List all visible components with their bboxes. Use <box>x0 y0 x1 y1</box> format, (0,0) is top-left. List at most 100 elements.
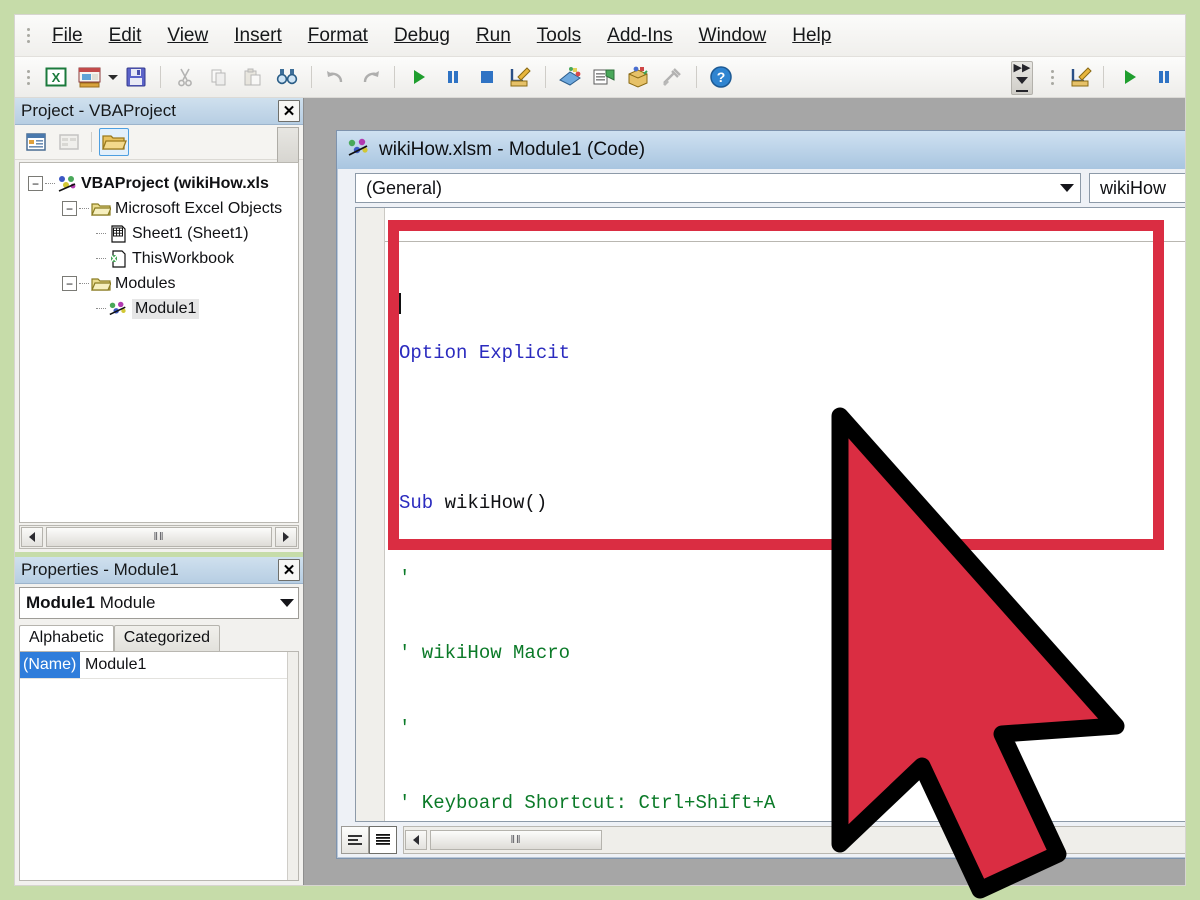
run-sub-icon[interactable] <box>404 62 434 92</box>
toolbar-separator-5 <box>696 66 697 88</box>
scroll-left-icon[interactable] <box>405 830 427 850</box>
menu-format[interactable]: Format <box>295 21 381 51</box>
toolbar-separator-1 <box>160 66 161 88</box>
menu-run[interactable]: Run <box>463 21 524 51</box>
declaration-separator-line <box>385 241 1186 242</box>
find-icon[interactable] <box>272 62 302 92</box>
run-sub-icon-2[interactable] <box>1115 62 1145 92</box>
tree-item-vbaproject[interactable]: − VBAProject (wikiHow.xls <box>20 171 298 196</box>
properties-grid-scrollbar[interactable] <box>287 652 298 880</box>
toolbar-separator-6 <box>1103 66 1104 88</box>
tree-item-excel-objects[interactable]: − Microsoft Excel Objects <box>20 196 298 221</box>
mdi-client-area: wikiHow.xlsm - Module1 (Code) (General) … <box>303 98 1185 885</box>
copy-icon[interactable] <box>204 62 234 92</box>
procedure-combo-value: wikiHow <box>1100 178 1166 199</box>
help-icon[interactable]: ? <box>706 62 736 92</box>
toggle-folders-icon[interactable] <box>99 128 129 156</box>
toolbar-gripper[interactable] <box>21 63 35 91</box>
break-icon[interactable] <box>438 62 468 92</box>
properties-pane-close-icon[interactable]: ✕ <box>278 559 300 581</box>
module-icon <box>108 300 128 318</box>
toolbar-separator-3 <box>394 66 395 88</box>
object-browser-icon[interactable] <box>623 62 653 92</box>
menu-run-label: Run <box>476 25 511 46</box>
tab-alphabetic[interactable]: Alphabetic <box>19 625 114 652</box>
procedure-combo[interactable]: wikiHow <box>1089 173 1186 203</box>
property-row-name[interactable]: (Name) Module1 <box>20 652 298 679</box>
expander-modules[interactable]: − <box>62 276 77 291</box>
excel-view-icon[interactable]: X <box>41 62 71 92</box>
toolbox-icon[interactable] <box>657 62 687 92</box>
tree-label-modules: Modules <box>115 275 175 293</box>
menu-debug[interactable]: Debug <box>381 21 463 51</box>
undo-icon[interactable] <box>321 62 351 92</box>
paste-icon[interactable] <box>238 62 268 92</box>
code-window-titlebar[interactable]: wikiHow.xlsm - Module1 (Code) <box>337 131 1186 169</box>
code-token: ' <box>399 717 410 739</box>
full-module-view-icon[interactable] <box>369 826 397 854</box>
project-hscroll-thumb[interactable]: ‖‖ <box>46 527 272 547</box>
menu-edit[interactable]: Edit <box>96 21 155 51</box>
project-pane-hscrollbar[interactable]: ‖‖ <box>19 525 299 549</box>
tree-item-thisworkbook[interactable]: ThisWorkbook <box>20 246 298 271</box>
toolbar-separator-2 <box>311 66 312 88</box>
redo-icon[interactable] <box>355 62 385 92</box>
menu-add-ins[interactable]: Add-Ins <box>594 21 685 51</box>
tab-categorized[interactable]: Categorized <box>114 625 220 651</box>
toolbar-overflow-button[interactable]: ▶▶ <box>1011 61 1033 95</box>
project-pane-titlebar: Project - VBAProject ✕ <box>15 98 303 125</box>
tree-item-modules[interactable]: − Modules <box>20 271 298 296</box>
properties-object-name: Module1 <box>26 593 95 612</box>
procedure-view-icon[interactable] <box>341 826 369 854</box>
property-value-name[interactable]: Module1 <box>80 656 298 674</box>
chevron-down-icon[interactable] <box>280 599 294 607</box>
view-microsoft-excel-icon[interactable] <box>75 62 105 92</box>
menu-view[interactable]: View <box>154 21 221 51</box>
menu-window-label: Window <box>699 25 767 46</box>
expander-vbaproject[interactable]: − <box>28 176 43 191</box>
properties-grid[interactable]: (Name) Module1 <box>19 651 299 881</box>
second-toolbar-gripper[interactable] <box>1045 63 1059 91</box>
reset-icon[interactable] <box>472 62 502 92</box>
cut-icon[interactable] <box>170 62 200 92</box>
chevron-down-icon[interactable] <box>1060 184 1074 192</box>
save-icon[interactable] <box>121 62 151 92</box>
code-text-area[interactable]: Option Explicit Sub wikiHow() ' ' wikiHo… <box>385 208 1186 821</box>
code-token: ' wikiHow Macro <box>399 642 570 664</box>
menu-insert-label: Insert <box>234 25 282 46</box>
code-line-1: Option Explicit <box>399 341 1186 366</box>
module-icon <box>347 138 371 163</box>
view-excel-dropdown-caret[interactable] <box>107 64 119 90</box>
view-object-icon[interactable] <box>54 128 84 156</box>
menu-help[interactable]: Help <box>779 21 844 51</box>
code-token: Option Explicit <box>399 342 570 364</box>
menu-window[interactable]: Window <box>686 21 780 51</box>
break-icon-2[interactable] <box>1149 62 1179 92</box>
project-pane-close-icon[interactable]: ✕ <box>278 100 300 122</box>
tree-connector <box>96 258 106 259</box>
code-hscrollbar[interactable]: ‖‖ <box>403 826 1186 854</box>
properties-window-icon[interactable] <box>589 62 619 92</box>
menu-bar-gripper[interactable] <box>21 22 35 50</box>
tree-item-sheet1[interactable]: Sheet1 (Sheet1) <box>20 221 298 246</box>
scroll-right-icon[interactable] <box>275 527 297 547</box>
view-code-icon[interactable] <box>21 128 51 156</box>
menu-file[interactable]: File <box>39 21 96 51</box>
object-combo[interactable]: (General) <box>355 173 1081 203</box>
design-mode-icon[interactable] <box>506 62 536 92</box>
design-mode-icon-2[interactable] <box>1067 62 1097 92</box>
scroll-left-icon[interactable] <box>21 527 43 547</box>
code-editor[interactable]: Option Explicit Sub wikiHow() ' ' wikiHo… <box>355 207 1186 822</box>
properties-object-combo[interactable]: Module1 Module <box>19 587 299 619</box>
svg-text:?: ? <box>717 69 726 85</box>
project-explorer-icon[interactable] <box>555 62 585 92</box>
project-tree[interactable]: − VBAProject (wikiHow.xls − <box>19 162 299 523</box>
folder-icon <box>91 200 111 218</box>
menu-insert[interactable]: Insert <box>221 21 295 51</box>
code-window-title: wikiHow.xlsm - Module1 (Code) <box>379 139 645 161</box>
code-hscroll-thumb[interactable]: ‖‖ <box>430 830 602 850</box>
expander-excel-objects[interactable]: − <box>62 201 77 216</box>
toolbar-overflow-caret <box>1016 77 1028 84</box>
menu-tools[interactable]: Tools <box>524 21 594 51</box>
tree-item-module1[interactable]: Module1 <box>20 296 298 321</box>
